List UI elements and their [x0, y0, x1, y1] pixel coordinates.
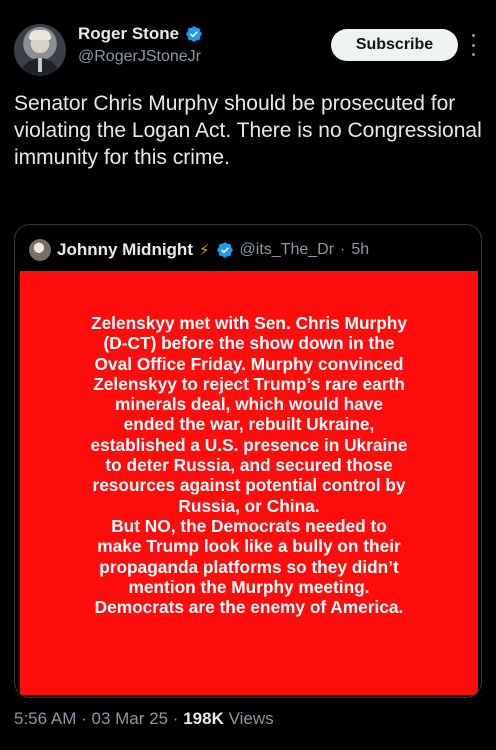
quote-image-line: (D-CT) before the show down in the	[103, 333, 395, 354]
author-avatar[interactable]	[14, 24, 66, 76]
author-handle[interactable]: @RogerJStoneJr	[78, 48, 201, 66]
quote-timestamp[interactable]: 5h	[351, 241, 369, 259]
tweet-header: Roger Stone @RogerJStoneJr Subscribe	[14, 22, 484, 78]
tweet-meta: 5:56 AM · 03 Mar 25 · 198K Views	[14, 709, 274, 729]
quote-image-line: to deter Russia, and secured those	[105, 455, 393, 476]
quote-tweet-card[interactable]: Johnny Midnight ⚡ @its_The_Dr · 5h Zelen…	[14, 224, 482, 698]
quote-image-text: Zelenskyy met with Sen. Chris Murphy (D-C…	[34, 313, 464, 617]
lightning-bolt-icon: ⚡	[198, 242, 210, 259]
separator-dot: ·	[340, 241, 346, 258]
quote-image-line: minerals deal, which would have	[115, 394, 383, 415]
more-dot	[471, 43, 475, 47]
views-count: 198K	[183, 709, 224, 728]
quote-image[interactable]: Zelenskyy met with Sen. Chris Murphy (D-C…	[20, 271, 478, 695]
avatar-hair	[29, 30, 51, 40]
quote-image-line: ended the war, rebuilt Ukraine,	[123, 414, 375, 435]
avatar-tie	[38, 58, 42, 72]
tweet-time[interactable]: 5:56 AM	[14, 709, 76, 728]
quote-author-name[interactable]: Johnny Midnight	[57, 240, 193, 260]
quote-author-avatar[interactable]	[29, 239, 51, 261]
quote-image-line: mention the Murphy meeting.	[128, 576, 370, 597]
more-options-icon[interactable]	[469, 34, 477, 56]
separator-dot: ·	[81, 709, 87, 728]
separator-dot: ·	[172, 709, 179, 728]
quote-image-line: Zelenskyy met with Sen. Chris Murphy	[91, 313, 407, 333]
quote-image-line: make Trump look like a bully on their	[97, 536, 401, 557]
more-dot	[471, 34, 475, 37]
quote-image-line: established a U.S. presence in Ukraine	[90, 434, 408, 455]
subscribe-button[interactable]: Subscribe	[331, 29, 458, 61]
quote-image-line: resources against potential control by	[92, 475, 406, 496]
author-display-name[interactable]: Roger Stone	[78, 24, 179, 44]
views-label: Views	[228, 709, 274, 728]
more-dot	[471, 53, 475, 56]
author-name-row: Roger Stone	[78, 24, 203, 44]
quote-image-line: propaganda platforms so they didn’t	[99, 556, 399, 577]
quote-image-line: Oval Office Friday. Murphy convinced	[94, 353, 404, 374]
quote-image-line: Democrats are the enemy of America.	[94, 597, 404, 618]
verified-badge-icon	[186, 26, 202, 42]
verified-badge-icon	[216, 242, 233, 258]
quote-image-line: But NO, the Democrats needed to	[111, 515, 387, 536]
tweet-text: Senator Chris Murphy should be prosecute…	[14, 92, 482, 169]
quote-author-handle[interactable]: @its_The_Dr	[240, 241, 335, 259]
tweet-date[interactable]: 03 Mar 25	[92, 709, 169, 728]
quote-image-line: Zelenskyy to reject Trump’s rare earth	[93, 373, 405, 394]
quote-header: Johnny Midnight ⚡ @its_The_Dr · 5h	[29, 239, 369, 261]
quote-image-line: Russia, or China.	[178, 495, 320, 516]
